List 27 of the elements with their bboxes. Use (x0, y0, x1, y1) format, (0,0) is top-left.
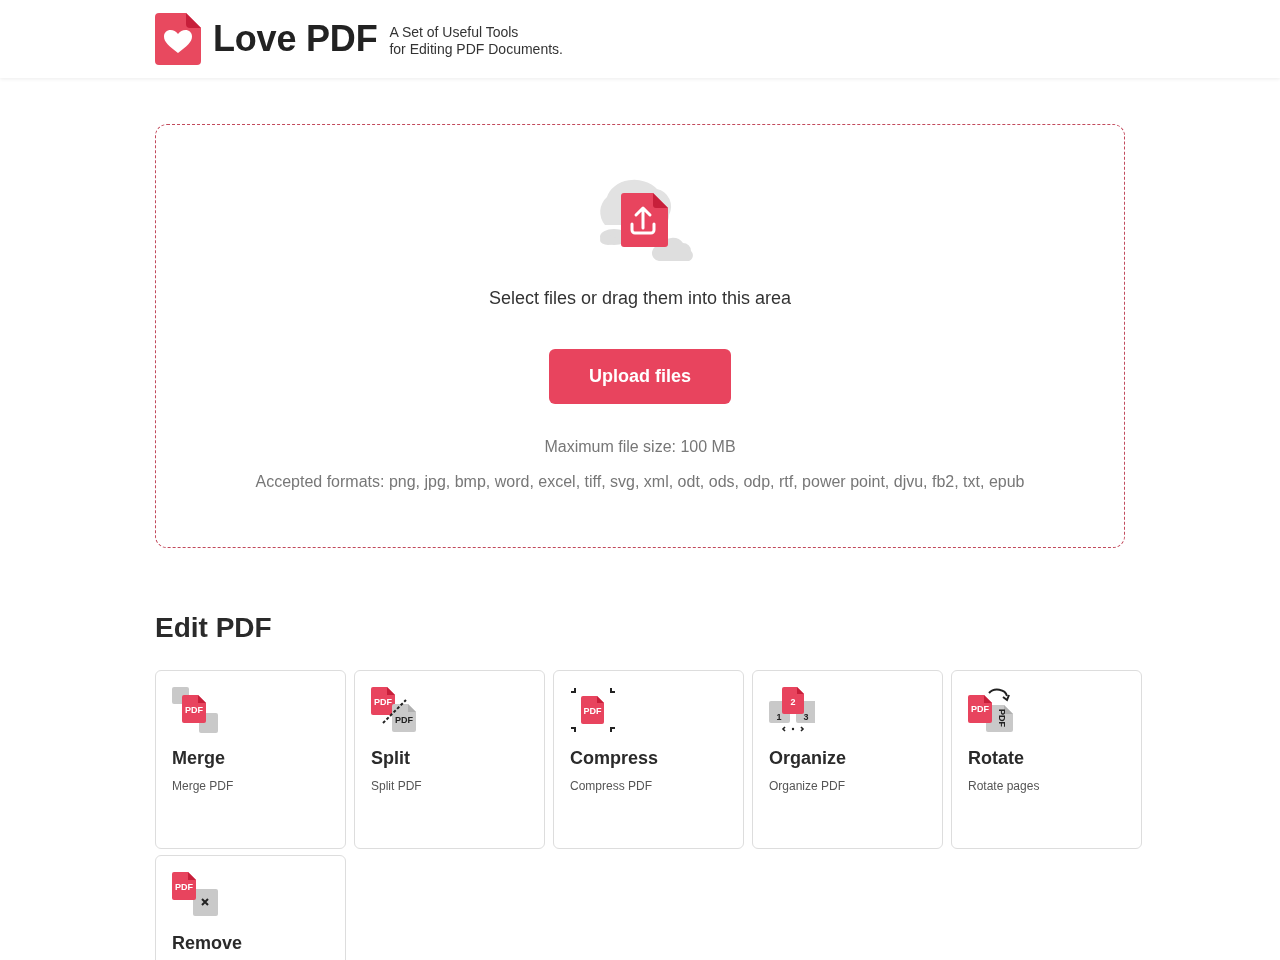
heart-document-logo-icon[interactable] (155, 13, 201, 65)
file-drop-zone[interactable]: Select files or drag them into this area Upload files Maximum file size: 100 MB Accepted formats: png, jpg, bmp, word, excel, tiff, svg, xml, odt, ods, odp, rtf, power point, djvu, fb2, txt, epub (155, 124, 1125, 548)
tool-card[interactable]: PDF Remove (155, 855, 346, 960)
tool-card[interactable]: PDF Merge Merge PDF (155, 670, 346, 849)
tool-title: Rotate (968, 748, 1025, 769)
upload-files-button[interactable]: Upload files (549, 349, 731, 404)
accepted-formats-text: Accepted formats: png, jpg, bmp, word, excel, tiff, svg, xml, odt, ods, odp, rtf, power point, djvu, fb2, txt, epub (255, 472, 1025, 492)
drop-instructions: Select files or drag them into this area (488, 288, 792, 309)
tagline-text: for Editing PDF Documents. (389, 41, 563, 58)
tool-title: Merge (172, 748, 226, 769)
tool-card[interactable]: PDF Compress Compress PDF (553, 670, 744, 849)
section-heading: Edit PDF (155, 611, 273, 645)
tool-description: Organize PDF (769, 779, 847, 794)
tool-description: Merge PDF (172, 779, 235, 794)
tool-description: Split PDF (371, 779, 423, 794)
tagline-text: A Set of Useful Tools (389, 24, 520, 41)
max-file-size-text: Maximum file size: 100 MB (544, 437, 736, 457)
tool-description: Compress PDF (570, 779, 653, 794)
tool-card[interactable]: PDF PDF Split Split PDF (354, 670, 545, 849)
tool-card[interactable]: PDF PDF Rotate Rotate pages (951, 670, 1142, 849)
site-brand-name[interactable]: Love PDF (209, 21, 378, 57)
tool-title: Split (371, 748, 411, 769)
tool-description: Rotate pages (968, 779, 1041, 794)
tool-card[interactable]: 1 3 2 Organize Organize PDF (752, 670, 943, 849)
tool-title: Compress (570, 748, 660, 769)
tool-title: Organize (769, 748, 848, 769)
tool-title: Remove (172, 933, 244, 954)
